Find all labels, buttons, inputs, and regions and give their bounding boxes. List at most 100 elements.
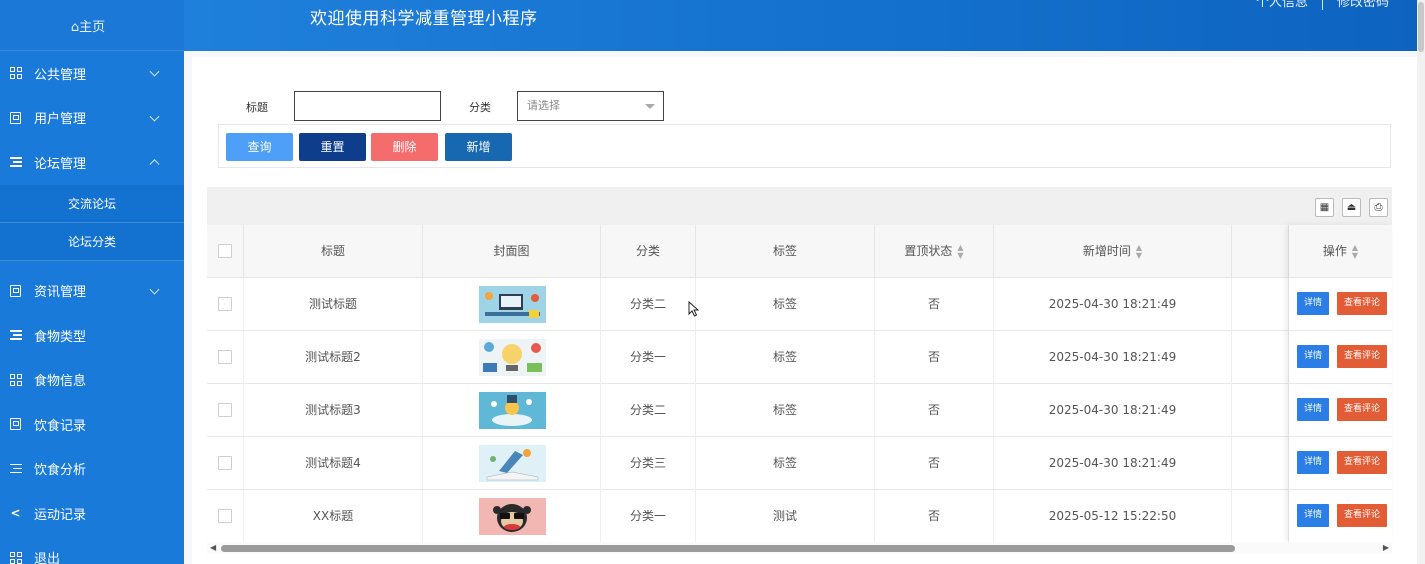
title-cell: 测试标题3 xyxy=(244,384,423,437)
header-links: 个人信息 修改密码 xyxy=(1256,0,1389,10)
cover-cell xyxy=(423,384,601,437)
list-icon xyxy=(9,462,22,475)
chevron-down-icon xyxy=(149,284,160,295)
created-value: 2025-04-30 18:21:49 xyxy=(1048,350,1177,364)
row-checkbox[interactable] xyxy=(218,509,232,523)
sidebar-item-label: 食物信息 xyxy=(34,374,87,390)
sidebar-item-users[interactable]: 用户管理 xyxy=(0,96,184,141)
category-cell: 分类三 xyxy=(601,437,696,490)
view-comments-button[interactable]: 查看评论 xyxy=(1337,292,1387,315)
row-actions: 详情 查看评论 xyxy=(1289,278,1392,331)
sidebar-item-label: 运动记录 xyxy=(34,507,87,523)
sort-icon[interactable]: ▲ ▼ xyxy=(1352,243,1358,260)
cover-image[interactable] xyxy=(479,392,546,429)
title-filter-input[interactable] xyxy=(294,91,441,121)
row-checkbox[interactable] xyxy=(218,350,232,364)
view-comments-button[interactable]: 查看评论 xyxy=(1337,345,1387,368)
column-header-label: 分类 xyxy=(635,244,660,258)
view-comments-button[interactable]: 查看评论 xyxy=(1337,398,1387,421)
home-label: ⌂主页 xyxy=(70,19,106,35)
detail-button[interactable]: 详情 xyxy=(1297,292,1329,315)
pinned-value: 否 xyxy=(927,509,940,523)
sidebar-item-label: 公共管理 xyxy=(34,67,87,83)
chevron-down-icon xyxy=(149,66,160,77)
print-icon[interactable]: ⎙ xyxy=(1369,198,1388,217)
sidebar-menu: 公共管理 用户管理 论坛管理 xyxy=(0,51,184,185)
cover-cell xyxy=(423,437,601,490)
category-cell: 分类一 xyxy=(601,490,696,543)
column-header-cover: 封面图 xyxy=(423,225,601,278)
export-icon[interactable]: ⏏ xyxy=(1342,198,1361,217)
tag-value: 测试 xyxy=(772,509,797,523)
grid-icon xyxy=(9,551,22,564)
sidebar-item-news[interactable]: 资讯管理 xyxy=(0,269,184,314)
column-header-actions[interactable]: 操作 ▲ ▼ xyxy=(1289,225,1392,278)
category-cell: 分类二 xyxy=(601,384,696,437)
columns-filter-icon[interactable]: ▦ xyxy=(1315,198,1334,217)
page-scrollbar[interactable] xyxy=(1417,0,1425,564)
page-scrollbar-thumb[interactable] xyxy=(1418,2,1424,52)
sidebar-item-food-type[interactable]: 食物类型 xyxy=(0,313,184,358)
book-icon xyxy=(9,418,22,431)
column-header-label: 操作 xyxy=(1322,244,1347,258)
select-all-checkbox[interactable] xyxy=(218,244,232,258)
sort-icon[interactable]: ▲ ▼ xyxy=(1136,243,1142,260)
cover-cell xyxy=(423,278,601,331)
pinned-value: 否 xyxy=(927,350,940,364)
row-checkbox[interactable] xyxy=(218,456,232,470)
table-header: 标题 封面图 分类 标签 置顶状态 ▲ ▼ 新增时间 ▲ ▼ xyxy=(207,225,1392,278)
sidebar-item-diet-record[interactable]: 饮食记录 xyxy=(0,402,184,447)
title-cell: 测试标题4 xyxy=(244,437,423,490)
view-comments-button[interactable]: 查看评论 xyxy=(1337,504,1387,527)
column-header-pinned[interactable]: 置顶状态 ▲ ▼ xyxy=(875,225,994,278)
extra-cell xyxy=(1232,490,1289,543)
detail-button[interactable]: 详情 xyxy=(1297,345,1329,368)
reset-button[interactable]: 重置 xyxy=(299,133,366,161)
query-button[interactable]: 查询 xyxy=(226,133,293,161)
add-button[interactable]: 新增 xyxy=(445,133,512,161)
cover-image[interactable] xyxy=(479,445,546,482)
tag-value: 标签 xyxy=(772,403,797,417)
main-content: 标题 分类 请选择 查询 重置 删除 新增 ▦ ⏏ ⎙ 标题 封面图 分类 标签… xyxy=(184,51,1417,564)
scroll-left-arrow-icon[interactable]: ◀ xyxy=(210,542,216,554)
sidebar-item-exercise-record[interactable]: < 运动记录 xyxy=(0,491,184,536)
tag-cell: 标签 xyxy=(696,384,875,437)
sidebar-item-public[interactable]: 公共管理 xyxy=(0,51,184,96)
pinned-value: 否 xyxy=(927,297,940,311)
table-horizontal-scrollbar[interactable]: ◀ ▶ xyxy=(207,542,1392,554)
detail-button[interactable]: 详情 xyxy=(1297,398,1329,421)
sidebar-item-food-info[interactable]: 食物信息 xyxy=(0,358,184,403)
pinned-cell: 否 xyxy=(875,331,994,384)
sidebar-item-label: 饮食分析 xyxy=(34,463,87,479)
created-cell: 2025-04-30 18:21:49 xyxy=(994,437,1232,490)
category-value: 分类二 xyxy=(629,297,666,311)
home-link[interactable]: ⌂主页 xyxy=(0,0,184,51)
tag-cell: 标签 xyxy=(696,437,875,490)
category-filter-label: 分类 xyxy=(469,101,491,114)
row-checkbox[interactable] xyxy=(218,403,232,417)
category-select[interactable]: 请选择 xyxy=(517,91,664,121)
cover-image[interactable] xyxy=(479,498,546,535)
sort-icon[interactable]: ▲ ▼ xyxy=(957,243,963,260)
sidebar-subitem-forum-exchange[interactable]: 交流论坛 xyxy=(0,185,184,223)
sidebar-item-diet-analysis[interactable]: 饮食分析 xyxy=(0,447,184,492)
row-select-cell xyxy=(207,384,244,437)
detail-button[interactable]: 详情 xyxy=(1297,504,1329,527)
list-icon xyxy=(9,329,22,342)
profile-link[interactable]: 个人信息 xyxy=(1256,0,1308,10)
sidebar-item-logout[interactable]: 退出 xyxy=(0,536,184,564)
row-checkbox[interactable] xyxy=(218,297,232,311)
delete-button[interactable]: 删除 xyxy=(371,133,438,161)
change-password-link[interactable]: 修改密码 xyxy=(1337,0,1389,10)
view-comments-button[interactable]: 查看评论 xyxy=(1337,451,1387,474)
sidebar-subitem-forum-category[interactable]: 论坛分类 xyxy=(0,223,184,261)
horizontal-scroll-thumb[interactable] xyxy=(221,545,1235,552)
cover-image[interactable] xyxy=(479,339,546,376)
row-actions: 详情 查看评论 xyxy=(1289,384,1392,437)
detail-button[interactable]: 详情 xyxy=(1297,451,1329,474)
cover-cell xyxy=(423,490,601,543)
scroll-right-arrow-icon[interactable]: ▶ xyxy=(1383,542,1389,554)
column-header-created[interactable]: 新增时间 ▲ ▼ xyxy=(994,225,1232,278)
sidebar-item-forum[interactable]: 论坛管理 xyxy=(0,140,184,185)
cover-image[interactable] xyxy=(479,286,546,323)
